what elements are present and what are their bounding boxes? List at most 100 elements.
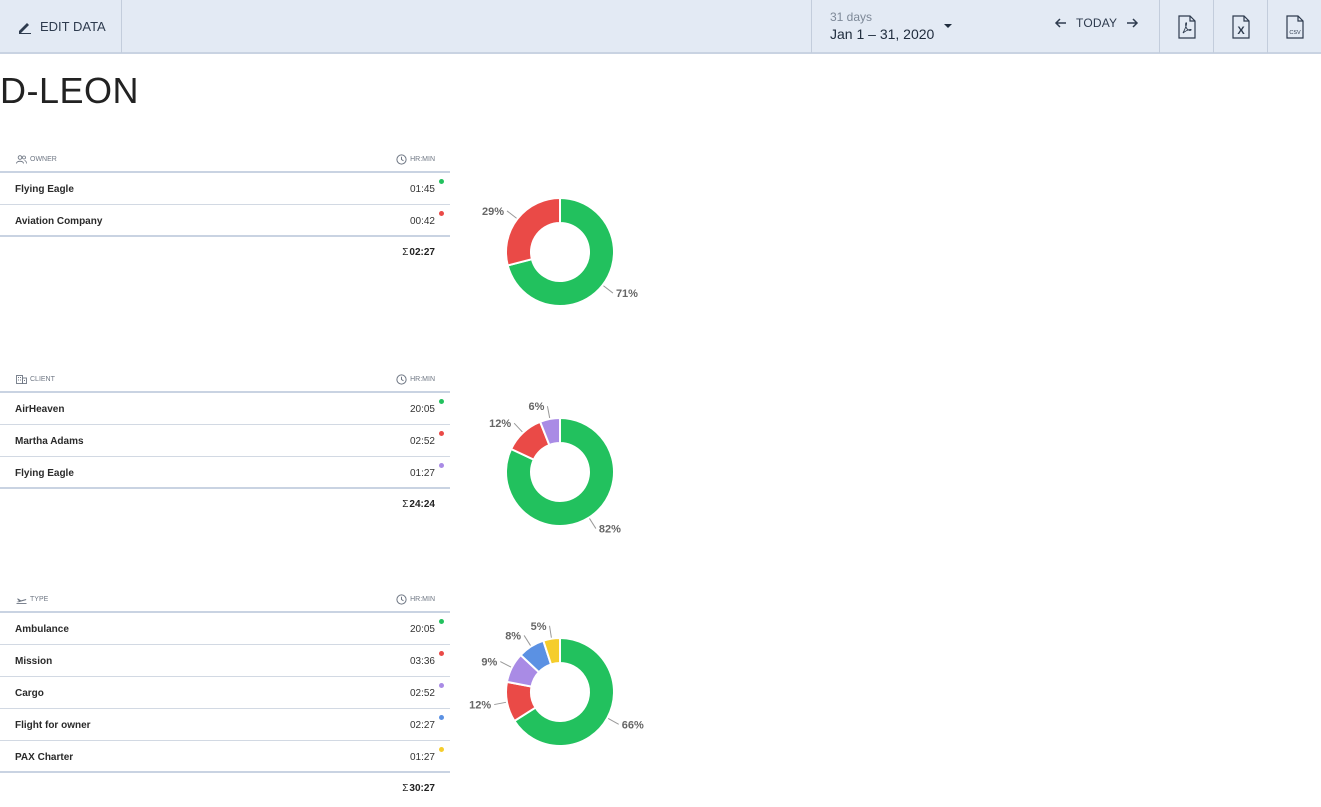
client-header-label: CLIENT xyxy=(30,376,55,383)
row-name: PAX Charter xyxy=(15,752,74,763)
percent-label: 5% xyxy=(531,621,547,633)
sigma-icon: Σ xyxy=(402,499,409,510)
label-leader-line xyxy=(506,210,517,219)
edit-data-button[interactable]: EDIT DATA xyxy=(0,0,122,53)
type-donut-chart: 66% 12% 9% 8% 5% xyxy=(469,621,644,747)
date-navigation: TODAY xyxy=(1054,16,1139,30)
building-icon xyxy=(16,375,27,384)
svg-text:X: X xyxy=(1237,25,1245,37)
export-pdf-button[interactable] xyxy=(1160,0,1214,53)
row-value: 02:52 xyxy=(409,688,435,699)
unit-label: HR:MIN xyxy=(410,596,435,603)
percent-label: 29% xyxy=(482,206,504,218)
table-row[interactable]: Mission 03:36 xyxy=(0,645,450,677)
row-name: Flying Eagle xyxy=(15,184,74,195)
table-row[interactable]: Martha Adams 02:52 xyxy=(0,425,450,457)
type-header-label: TYPE xyxy=(30,596,49,603)
percent-label: 9% xyxy=(481,657,497,669)
legend-dot xyxy=(439,715,444,720)
svg-text:CSV: CSV xyxy=(1289,30,1301,36)
row-value: 02:27 xyxy=(409,720,435,731)
unit-header: HR:MIN xyxy=(396,374,435,385)
table-total: Σ02:27 xyxy=(0,237,450,263)
percent-label: 82% xyxy=(599,524,621,536)
legend-dot xyxy=(439,431,444,436)
export-excel-button[interactable]: X xyxy=(1214,0,1268,53)
pie-slice[interactable] xyxy=(505,196,561,267)
table-row[interactable]: Flying Eagle 01:45 xyxy=(0,173,450,205)
unit-header: HR:MIN xyxy=(396,594,435,605)
chevron-down-icon[interactable] xyxy=(944,24,952,28)
client-donut-chart: 82% 12% 6% xyxy=(489,401,621,536)
table-row[interactable]: PAX Charter 01:27 xyxy=(0,741,450,773)
table-header: OWNER HR:MIN xyxy=(0,151,450,173)
page-title: D-LEON xyxy=(0,70,140,111)
type-header: TYPE xyxy=(16,595,48,604)
total-value: Σ30:27 xyxy=(402,783,435,794)
pencil-icon xyxy=(19,22,31,34)
row-name: Ambulance xyxy=(15,624,69,635)
total-hours: 02:27 xyxy=(409,247,435,258)
clock-icon xyxy=(396,154,407,165)
toolbar: EDIT DATA 31 days Jan 1 – 31, 2020 TODAY xyxy=(0,0,1321,54)
unit-label: HR:MIN xyxy=(410,376,435,383)
percent-label: 71% xyxy=(616,288,638,300)
clock-icon xyxy=(396,374,407,385)
arrow-right-icon[interactable] xyxy=(1125,16,1139,30)
table-row[interactable]: Flying Eagle 01:27 xyxy=(0,457,450,489)
percent-label: 12% xyxy=(489,418,511,430)
row-value: 03:36 xyxy=(409,656,435,667)
csv-icon: CSV xyxy=(1285,14,1304,39)
row-name: Aviation Company xyxy=(15,216,103,227)
owner-table: OWNER HR:MIN Flying Eagle 01:45 Aviation… xyxy=(0,151,450,263)
label-leader-line xyxy=(546,406,551,419)
total-hours: 24:24 xyxy=(409,499,435,510)
percent-label: 8% xyxy=(505,630,521,642)
row-value: 01:45 xyxy=(409,184,435,195)
today-button[interactable]: TODAY xyxy=(1076,16,1117,30)
table-row[interactable]: Ambulance 20:05 xyxy=(0,613,450,645)
total-value: Σ24:24 xyxy=(402,499,435,510)
unit-label: HR:MIN xyxy=(410,156,435,163)
plane-takeoff-icon xyxy=(16,598,27,604)
xls-icon: X xyxy=(1231,14,1250,39)
arrow-left-icon[interactable] xyxy=(1054,16,1068,30)
owner-header: OWNER xyxy=(16,155,57,164)
legend-dot xyxy=(439,399,444,404)
row-name: Mission xyxy=(15,656,53,667)
label-leader-line xyxy=(549,625,552,638)
legend-dot xyxy=(439,463,444,468)
row-value: 20:05 xyxy=(409,404,435,415)
sigma-icon: Σ xyxy=(402,783,409,794)
table-row[interactable]: Flight for owner 02:27 xyxy=(0,709,450,741)
table-row[interactable]: Aviation Company 00:42 xyxy=(0,205,450,237)
label-leader-line xyxy=(513,422,523,433)
table-row[interactable]: AirHeaven 20:05 xyxy=(0,393,450,425)
table-header: CLIENT HR:MIN xyxy=(0,371,450,393)
date-range-picker[interactable]: 31 days Jan 1 – 31, 2020 xyxy=(830,10,934,43)
percent-label: 66% xyxy=(622,719,644,731)
percent-label: 12% xyxy=(469,700,491,712)
label-leader-line xyxy=(589,518,597,529)
owner-donut-chart: 71% 29% xyxy=(482,196,638,307)
label-leader-line xyxy=(523,635,531,646)
row-value: 01:27 xyxy=(409,752,435,763)
legend-dot xyxy=(439,651,444,656)
percent-label: 6% xyxy=(529,401,545,413)
people-icon xyxy=(16,155,27,164)
total-value: Σ02:27 xyxy=(402,247,435,258)
legend-dot xyxy=(439,683,444,688)
table-total: Σ24:24 xyxy=(0,489,450,515)
table-total: Σ30:27 xyxy=(0,773,450,799)
export-csv-button[interactable]: CSV xyxy=(1268,0,1321,53)
date-range-area: 31 days Jan 1 – 31, 2020 TODAY xyxy=(811,0,1160,53)
legend-dot xyxy=(439,179,444,184)
label-leader-line xyxy=(494,701,507,706)
table-header: TYPE HR:MIN xyxy=(0,591,450,613)
total-hours: 30:27 xyxy=(409,783,435,794)
table-row[interactable]: Cargo 02:52 xyxy=(0,677,450,709)
unit-header: HR:MIN xyxy=(396,154,435,165)
type-table: TYPE HR:MIN Ambulance 20:05 Mission 03:3… xyxy=(0,591,450,799)
row-value: 00:42 xyxy=(409,216,435,227)
row-name: AirHeaven xyxy=(15,404,65,415)
